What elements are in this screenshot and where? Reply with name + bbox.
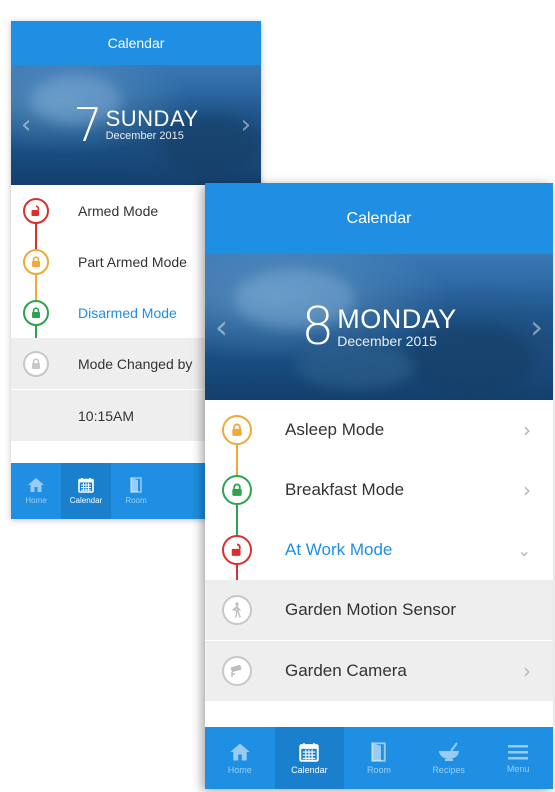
home-icon [230, 742, 250, 761]
front-calendar-screen: Calendar ‹ › 8 MONDAY December 2015 Asle… [205, 183, 553, 789]
timeline-item-label: Part Armed Mode [78, 253, 187, 270]
date-header: ‹ › 7 SUNDAY December 2015 [11, 65, 261, 185]
tab-label: Home [227, 764, 252, 775]
lock-icon [222, 415, 252, 445]
bowl-icon [438, 741, 459, 761]
home-icon [28, 478, 44, 492]
timeline-item-label: Armed Mode [78, 202, 159, 219]
timeline-item-breakfast-mode[interactable]: Breakfast Mode › [205, 460, 553, 520]
timeline-item-garden-camera[interactable]: Garden Camera › [205, 640, 553, 701]
tab-home[interactable]: Home [11, 463, 61, 519]
door-icon [130, 477, 142, 493]
camera-icon [222, 656, 252, 686]
tab-label: Room [125, 496, 147, 505]
day-name: MONDAY [337, 303, 457, 334]
day-number: 7 [73, 98, 103, 152]
month-year: December 2015 [337, 332, 437, 349]
timeline-item-label: Mode Changed by [78, 355, 193, 372]
calendar-icon [299, 742, 320, 762]
month-year: December 2015 [105, 130, 184, 142]
lock-icon [23, 299, 49, 326]
page-title: Calendar [107, 35, 165, 51]
tab-label: Calendar [291, 764, 328, 775]
tab-home[interactable]: Home [205, 727, 275, 789]
timeline-item-label: Asleep Mode [285, 420, 385, 439]
tab-label: Home [25, 496, 47, 505]
page-title: Calendar [346, 209, 412, 227]
date-display: 7 SUNDAY December 2015 [11, 102, 261, 148]
day-name: SUNDAY [105, 106, 199, 131]
event-time: 10:15AM [78, 407, 135, 424]
tab-label: Calendar [69, 496, 103, 505]
lock-open-icon [222, 535, 252, 565]
tab-calendar[interactable]: Calendar [61, 463, 111, 519]
menu-icon [508, 744, 529, 759]
lock-open-icon [23, 197, 49, 224]
timeline-item-label: Garden Camera [285, 661, 407, 680]
lock-icon [222, 475, 252, 505]
tab-label: Recipes [432, 764, 465, 775]
tab-menu[interactable]: Menu [483, 727, 553, 789]
tab-spacer [161, 463, 211, 519]
tab-room[interactable]: Room [111, 463, 161, 519]
timeline-item-asleep-mode[interactable]: Asleep Mode › [205, 400, 553, 460]
tab-room[interactable]: Room [344, 727, 414, 789]
bottom-tab-bar: Home Calendar Room Recipes Menu [205, 727, 553, 789]
tab-label: Menu [506, 763, 530, 774]
chevron-right-icon: › [523, 418, 531, 442]
timeline-item-label: Breakfast Mode [285, 480, 405, 499]
title-bar: Calendar [205, 183, 553, 254]
timeline-item-at-work-mode[interactable]: At Work Mode ⌄ [205, 520, 553, 580]
lock-icon [23, 350, 49, 377]
tab-label: Room [366, 764, 391, 775]
timeline-item-label: Disarmed Mode [78, 304, 177, 321]
date-header: ‹ › 8 MONDAY December 2015 [205, 254, 553, 400]
person-walking-icon [222, 595, 252, 625]
calendar-icon [78, 478, 94, 493]
event-timeline: Asleep Mode › Breakfast Mode › At Work M… [205, 400, 553, 701]
chevron-right-icon: › [523, 478, 531, 502]
timeline-item-label: Garden Motion Sensor [285, 600, 457, 619]
timeline-item-garden-motion-sensor[interactable]: Garden Motion Sensor [205, 580, 553, 640]
day-number: 8 [301, 297, 335, 357]
timeline-item-label: At Work Mode [285, 540, 393, 559]
door-icon [371, 741, 387, 762]
tab-calendar[interactable]: Calendar [274, 727, 345, 789]
chevron-down-icon: ⌄ [517, 540, 531, 560]
chevron-right-icon: › [523, 659, 531, 683]
lock-icon [23, 248, 49, 275]
title-bar: Calendar [11, 21, 261, 65]
date-display: 8 MONDAY December 2015 [205, 301, 553, 353]
tab-recipes[interactable]: Recipes [414, 727, 484, 789]
